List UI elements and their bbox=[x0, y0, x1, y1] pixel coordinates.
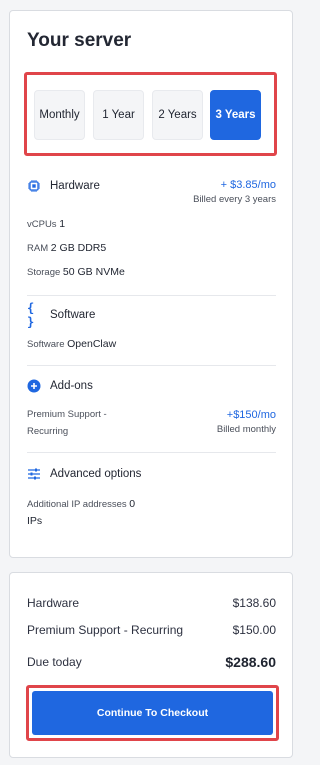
software-section-header: { } Software bbox=[27, 301, 96, 329]
hardware-price: + $3.85/mo bbox=[220, 179, 276, 191]
section-divider bbox=[27, 452, 276, 453]
plus-circle-icon bbox=[27, 379, 41, 393]
ram-value: 2 GB DDR5 bbox=[50, 242, 107, 254]
summary-support-row: Premium Support - Recurring $150.00 bbox=[27, 623, 276, 637]
code-braces-icon: { } bbox=[27, 301, 35, 329]
period-3-years-button[interactable]: 3 Years bbox=[210, 90, 261, 140]
advanced-section-header: Advanced options bbox=[27, 467, 141, 481]
hardware-section-header: Hardware bbox=[27, 179, 100, 193]
addon-item-name-cont: Recurring bbox=[27, 426, 69, 437]
summary-due-value: $288.60 bbox=[225, 654, 276, 670]
summary-hardware-value: $138.60 bbox=[232, 596, 276, 610]
ram-label: RAM bbox=[27, 243, 49, 254]
order-summary-card: Hardware $138.60 Premium Support - Recur… bbox=[9, 572, 293, 758]
hardware-billing-note: Billed every 3 years bbox=[193, 194, 276, 205]
vcpu-value: 1 bbox=[59, 218, 66, 230]
ram-spec: RAM 2 GB DDR5 bbox=[27, 242, 106, 254]
summary-hardware-label: Hardware bbox=[27, 596, 80, 610]
section-divider bbox=[27, 295, 276, 296]
cpu-chip-icon bbox=[27, 179, 41, 193]
software-title: Software bbox=[50, 309, 96, 321]
section-divider bbox=[27, 365, 276, 366]
software-spec: Software OpenClaw bbox=[27, 338, 116, 350]
summary-support-label: Premium Support - Recurring bbox=[27, 623, 184, 637]
hardware-title: Hardware bbox=[50, 180, 100, 192]
checkout-highlight: Continue To Checkout bbox=[26, 685, 279, 741]
billing-period-selector: Monthly 1 Year 2 Years 3 Years bbox=[24, 72, 277, 156]
ip-value: 0 bbox=[129, 498, 136, 510]
vcpu-label: vCPUs bbox=[27, 219, 57, 230]
software-value: OpenClaw bbox=[67, 338, 117, 350]
period-1-year-button[interactable]: 1 Year bbox=[93, 90, 144, 140]
ip-unit: IPs bbox=[27, 515, 42, 527]
sliders-icon bbox=[27, 467, 41, 481]
summary-due-label: Due today bbox=[27, 655, 82, 669]
page-title: Your server bbox=[27, 30, 132, 51]
ip-spec: Additional IP addresses 0 bbox=[27, 498, 135, 510]
addons-title: Add-ons bbox=[50, 380, 93, 392]
summary-hardware-row: Hardware $138.60 bbox=[27, 596, 276, 610]
addons-section-header: Add-ons bbox=[27, 379, 93, 393]
addon-item-name: Premium Support - bbox=[27, 409, 107, 420]
period-monthly-button[interactable]: Monthly bbox=[34, 90, 85, 140]
server-config-card: Your server Monthly 1 Year 2 Years 3 Yea… bbox=[9, 10, 293, 558]
summary-support-value: $150.00 bbox=[232, 623, 276, 637]
software-label: Software bbox=[27, 339, 65, 350]
storage-label: Storage bbox=[27, 267, 61, 278]
ip-unit-text: IPs bbox=[27, 515, 43, 527]
period-2-years-button[interactable]: 2 Years bbox=[152, 90, 203, 140]
addon-price: +$150/mo bbox=[226, 409, 276, 421]
vcpu-spec: vCPUs 1 bbox=[27, 218, 65, 230]
addon-billing-note: Billed monthly bbox=[216, 424, 276, 435]
ip-label: Additional IP addresses bbox=[27, 499, 127, 510]
storage-spec: Storage 50 GB NVMe bbox=[27, 266, 125, 278]
summary-total-row: Due today $288.60 bbox=[27, 654, 276, 670]
storage-value: 50 GB NVMe bbox=[62, 266, 125, 278]
advanced-title: Advanced options bbox=[50, 468, 142, 480]
continue-to-checkout-button[interactable]: Continue To Checkout bbox=[32, 691, 273, 735]
